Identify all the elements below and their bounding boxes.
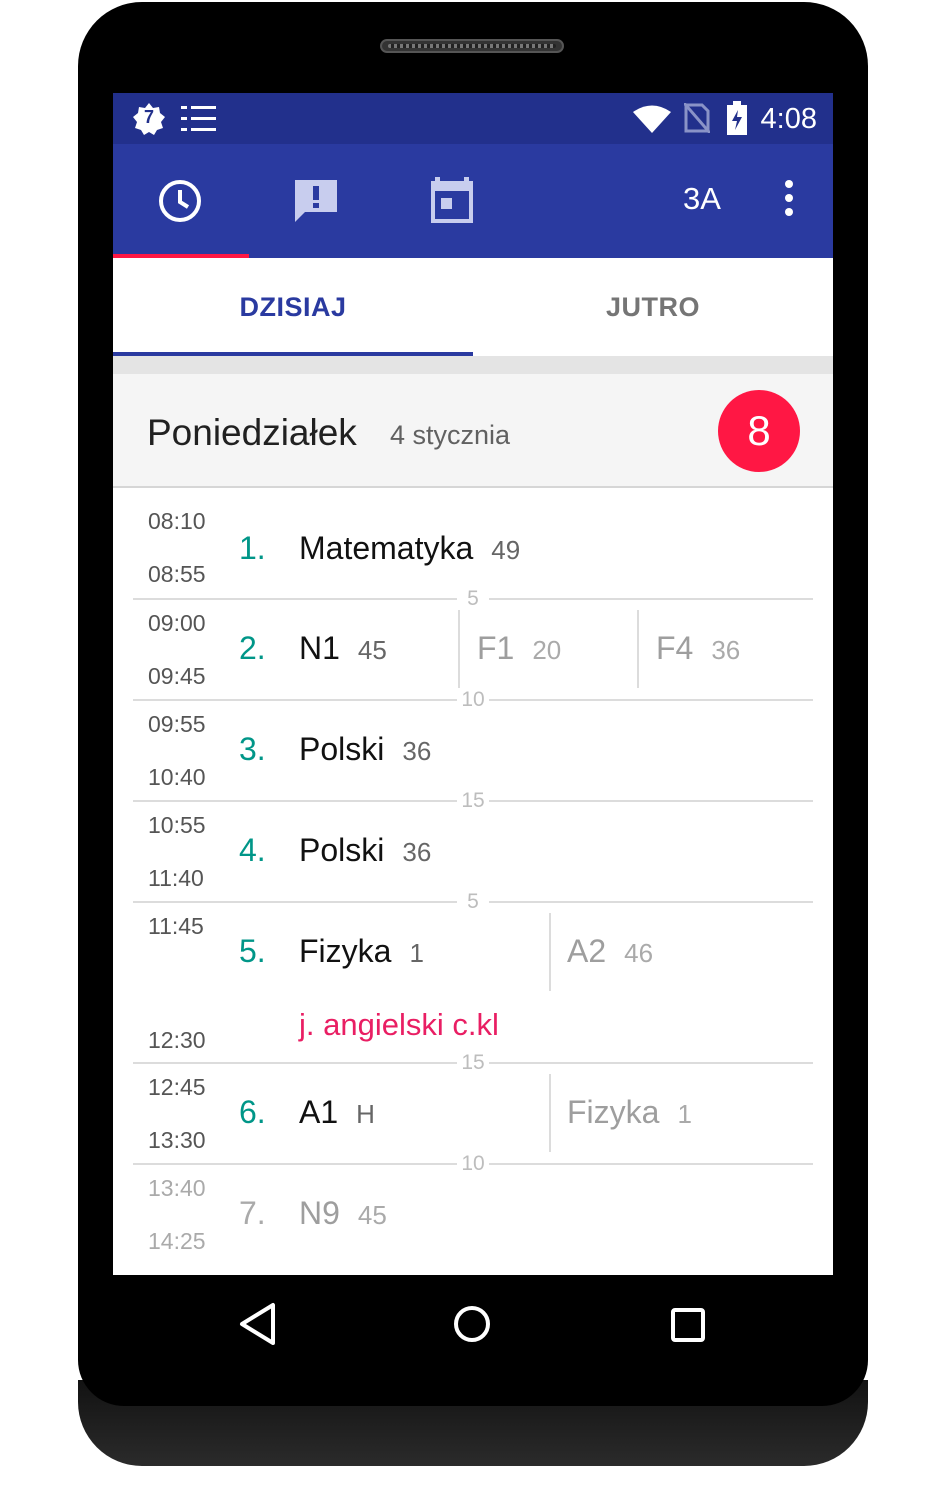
room-number: 45 [357, 635, 387, 665]
subject-name: N1 [299, 630, 340, 666]
room-number: 1 [677, 1099, 692, 1129]
group-separator [549, 913, 551, 991]
lesson-number: 7. [239, 1195, 266, 1231]
lesson-row[interactable]: 12:45 13:30 6. A1 H Fizyka 1 [113, 1064, 833, 1163]
subject-name: Polski [299, 731, 385, 767]
lesson-start-time: 13:40 [148, 1175, 206, 1201]
lesson-subject: Polski 36 [299, 832, 431, 869]
subject-name: F1 [477, 630, 515, 666]
lesson-subject-alt: F1 20 [477, 630, 561, 667]
lesson-row[interactable]: 10:55 11:40 4. Polski 36 [113, 802, 833, 901]
lesson-start-time: 09:55 [148, 711, 206, 737]
lesson-start-time: 10:55 [148, 812, 206, 838]
lesson-number: 1. [239, 530, 266, 566]
divider [113, 356, 833, 374]
lesson-subject: Polski 36 [299, 731, 431, 768]
subject-name: A2 [567, 933, 607, 969]
room-number: 36 [711, 635, 741, 665]
no-sim-icon [682, 102, 712, 138]
lesson-end-time: 12:30 [148, 1027, 206, 1053]
notification-badge-text: 7 [143, 107, 154, 127]
room-number: 20 [532, 635, 562, 665]
day-tabs: DZISIAJ JUTRO [113, 258, 833, 356]
app-bar: 3A [113, 144, 833, 258]
room-number: H [356, 1099, 375, 1129]
checklist-icon [181, 105, 217, 138]
room-number: 49 [491, 535, 521, 565]
clock-icon[interactable] [153, 174, 207, 228]
room-number: 45 [357, 1200, 387, 1230]
room-number: 36 [402, 736, 432, 766]
lesson-start-time: 09:00 [148, 610, 206, 636]
subject-name: Polski [299, 832, 385, 868]
lesson-number: 2. [239, 630, 266, 666]
lesson-start-time: 08:10 [148, 508, 206, 534]
lesson-number: 5. [239, 933, 266, 969]
recents-icon[interactable] [670, 1307, 706, 1348]
notification-badge-7-icon: 7 [133, 103, 165, 140]
announcement-icon[interactable] [289, 174, 343, 228]
subject-name: N9 [299, 1195, 340, 1231]
lesson-number: 3. [239, 731, 266, 767]
back-icon[interactable] [238, 1302, 278, 1351]
group-separator [637, 610, 639, 688]
subject-name: A1 [299, 1094, 339, 1130]
lesson-number: 4. [239, 832, 266, 868]
subject-name: Fizyka [567, 1094, 660, 1130]
lesson-subject-alt: Fizyka 1 [567, 1094, 692, 1131]
lesson-row[interactable]: 08:10 08:55 1. Matematyka 49 [113, 488, 833, 598]
group-separator [458, 610, 460, 688]
lesson-row[interactable]: 11:45 12:30 5. Fizyka 1 A2 46 j. angielski… [113, 903, 833, 1063]
lesson-subject: Matematyka 49 [299, 530, 520, 567]
lesson-end-time: 08:55 [148, 561, 206, 587]
calendar-icon[interactable] [425, 174, 479, 228]
room-number: 46 [624, 938, 654, 968]
speaker-grille [380, 39, 564, 53]
lesson-subject: N1 45 [299, 630, 387, 667]
more-vert-icon[interactable] [777, 178, 801, 218]
lesson-subject: A1 H [299, 1094, 375, 1131]
subject-name: F4 [656, 630, 694, 666]
battery-charging-icon [727, 101, 747, 140]
lesson-subject-alt: A2 46 [567, 933, 653, 970]
day-header: Poniedziałek 4 stycznia 8 [113, 374, 833, 488]
wifi-icon [633, 105, 671, 138]
status-bar: 7 4:08 [113, 93, 833, 144]
lesson-subject: Fizyka 1 [299, 933, 424, 970]
lesson-number: 6. [239, 1094, 266, 1130]
tab-dzisiaj[interactable]: DZISIAJ [113, 258, 473, 356]
lesson-event: j. angielski c.kl [299, 1007, 499, 1042]
lesson-end-time: 09:45 [148, 663, 206, 689]
screen: 7 4:08 3A DZISIAJ JUTRO Poniedziałek 4 s… [113, 93, 833, 1275]
day-name: Poniedziałek [147, 412, 357, 453]
lesson-count-badge: 8 [718, 390, 800, 472]
group-separator [549, 1074, 551, 1152]
subject-name: Matematyka [299, 530, 474, 566]
lesson-start-time: 12:45 [148, 1074, 206, 1100]
lesson-end-time: 11:40 [148, 865, 204, 891]
lesson-start-time: 11:45 [148, 913, 204, 939]
home-icon[interactable] [452, 1304, 492, 1349]
lesson-end-time: 13:30 [148, 1127, 206, 1153]
status-time: 4:08 [760, 103, 817, 135]
lesson-row[interactable]: 09:55 10:40 3. Polski 36 [113, 701, 833, 800]
lesson-row[interactable]: 13:40 14:25 7. N9 45 [113, 1165, 833, 1275]
lesson-subject-alt: F4 36 [656, 630, 740, 667]
tab-jutro[interactable]: JUTRO [473, 258, 833, 356]
day-date: 4 stycznia [390, 420, 511, 450]
lesson-row[interactable]: 09:00 09:45 2. N1 45 F1 20 F4 36 [113, 600, 833, 699]
class-selector[interactable]: 3A [683, 181, 721, 217]
subject-name: Fizyka [299, 933, 392, 969]
lesson-subject: N9 45 [299, 1195, 387, 1232]
room-number: 36 [402, 837, 432, 867]
lesson-end-time: 14:25 [148, 1228, 206, 1254]
lesson-end-time: 10:40 [148, 764, 206, 790]
room-number: 1 [409, 938, 424, 968]
